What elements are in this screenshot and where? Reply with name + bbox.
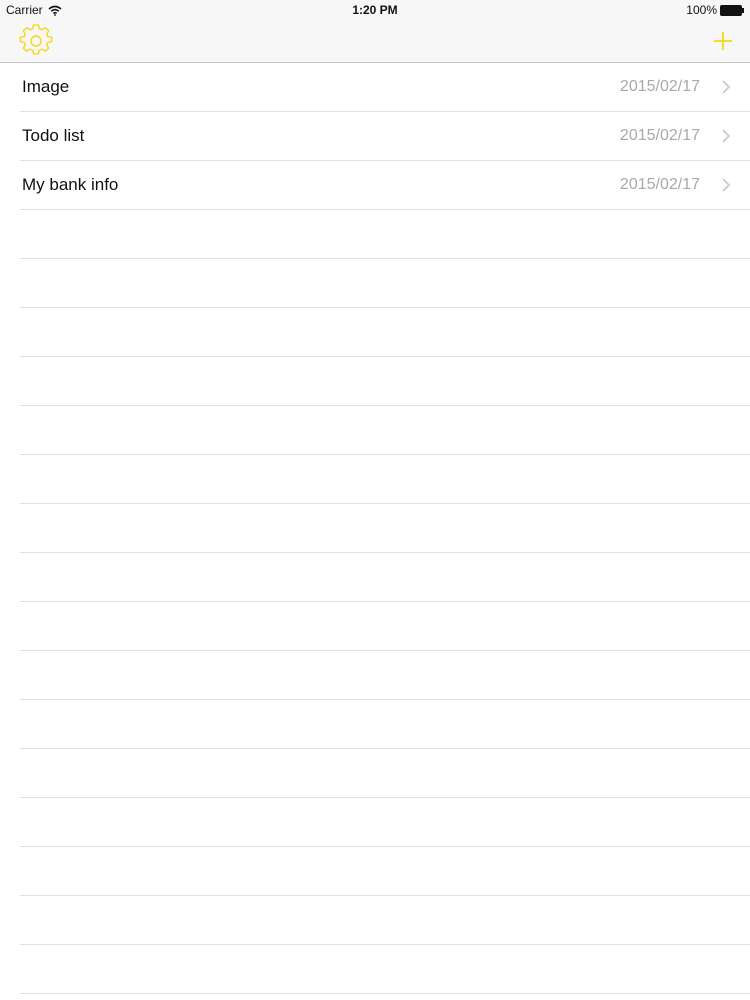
empty-row [20,602,750,651]
empty-row [20,896,750,945]
row-date: 2015/02/17 [619,176,700,193]
status-time: 1:20 PM [352,3,398,17]
status-right: 100% [686,3,744,17]
table-row[interactable]: My bank info 2015/02/17 [20,161,750,210]
status-bar: Carrier 1:20 PM 100% [0,0,750,20]
row-date: 2015/02/17 [619,127,700,144]
table-row[interactable]: Todo list 2015/02/17 [20,112,750,161]
empty-row [20,357,750,406]
table-row[interactable]: Image 2015/02/17 [20,63,750,112]
empty-row [20,308,750,357]
battery-icon [720,4,744,16]
empty-row [20,749,750,798]
row-date: 2015/02/17 [619,78,700,95]
empty-row [20,798,750,847]
row-title: Todo list [22,126,85,145]
empty-row [20,651,750,700]
row-title: Image [22,77,70,96]
navigation-bar [0,20,750,63]
chevron-right-icon [722,80,730,94]
gear-icon [19,24,53,55]
empty-row [20,700,750,749]
row-title: My bank info [22,175,119,194]
empty-row [20,210,750,259]
empty-row [20,504,750,553]
empty-row [20,259,750,308]
empty-row [20,455,750,504]
settings-button[interactable] [18,24,54,58]
plus-icon [714,32,732,50]
empty-row [20,553,750,602]
chevron-right-icon [722,129,730,143]
chevron-right-icon [722,178,730,192]
empty-row [20,847,750,896]
add-button[interactable] [708,26,738,56]
empty-row [20,406,750,455]
empty-row [20,945,750,994]
notes-table: Image 2015/02/17 Todo list 2015/02/17 My… [0,63,750,994]
battery-percent: 100% [686,3,717,17]
